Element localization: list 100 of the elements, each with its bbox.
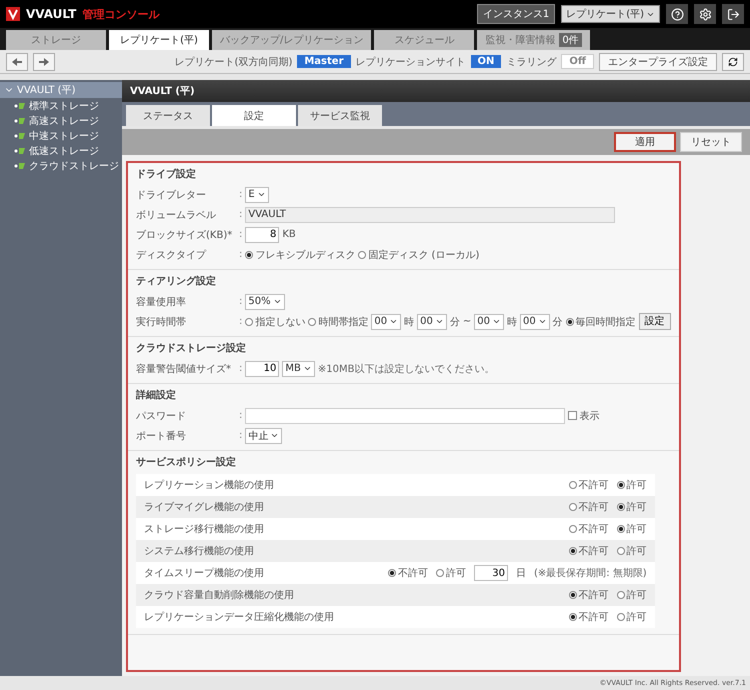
main-tab[interactable]: レプリケート(平) (109, 30, 209, 50)
radio-option[interactable]: 不許可 (568, 544, 609, 558)
select-field[interactable]: 中止 (245, 428, 282, 444)
password-field[interactable] (245, 408, 566, 424)
radio-option[interactable]: 不許可 (568, 588, 609, 602)
content-tab[interactable]: 設定 (212, 105, 296, 126)
radio-option[interactable]: 時間帯指定 (308, 314, 368, 328)
colon-mark: : (239, 249, 242, 260)
instance-label: インスタンス1 (476, 4, 556, 24)
colon-mark: : (239, 316, 242, 327)
unit-select[interactable]: MB (282, 360, 315, 376)
size-field[interactable]: 10 (245, 360, 280, 376)
caret-icon (492, 317, 501, 326)
content-tab[interactable]: サービス監視 (298, 105, 382, 126)
colon-mark: : (239, 296, 242, 307)
field-label: ボリュームラベル (136, 208, 217, 222)
radio-option[interactable]: 許可 (616, 500, 647, 514)
tree-item[interactable]: 低速ストレージ (0, 143, 122, 158)
storage-node-icon (14, 100, 26, 110)
policy-label: ストレージ移行機能の使用 (144, 522, 265, 536)
tree-item[interactable]: 高速ストレージ (0, 113, 122, 128)
section-title: クラウドストレージ設定 (136, 341, 247, 355)
section-title: ドライブ設定 (136, 167, 197, 181)
unit-label: 日 (516, 567, 526, 580)
colon-mark: : (239, 430, 242, 441)
field-label: ディスクタイプ (136, 248, 208, 262)
radio-option[interactable]: 不許可 (568, 610, 609, 624)
unit-label: 分 (450, 316, 460, 328)
radio-option[interactable]: 許可 (616, 544, 647, 558)
radio-option[interactable]: 固定ディスク (ローカル) (358, 248, 480, 262)
radio-option[interactable]: フレキシブルディスク (245, 248, 356, 262)
unit-label: 時 (506, 316, 517, 328)
select-field[interactable]: 50% (245, 294, 285, 310)
time-select[interactable]: 00 (474, 314, 504, 330)
colon-mark: : (239, 229, 242, 240)
time-select[interactable]: 00 (520, 314, 550, 330)
action-button[interactable]: リセット (680, 132, 742, 152)
back-button[interactable] (6, 52, 28, 70)
status-label: レプリケート(双方向同期) (174, 56, 292, 68)
time-select[interactable]: 00 (371, 314, 402, 330)
tree-item[interactable]: 標準ストレージ (0, 98, 122, 113)
field-label: 容量使用率 (136, 296, 187, 308)
main-tab[interactable]: 監視・障害情報 0件 (477, 30, 590, 50)
left-arrow-icon (11, 56, 23, 66)
count-badge: 0件 (559, 33, 582, 47)
days-field[interactable]: 30 (474, 565, 508, 581)
status-label: ミラリング (506, 56, 556, 68)
section-title: ティアリング設定 (136, 274, 217, 288)
settings-icon (698, 8, 712, 20)
show-checkbox[interactable]: 表示 (568, 408, 600, 422)
refresh-button[interactable] (722, 52, 744, 70)
logout-button[interactable] (722, 4, 744, 24)
radio-option[interactable]: 指定しない (245, 314, 306, 328)
time-select[interactable]: 00 (417, 314, 447, 330)
help-button[interactable] (666, 4, 688, 24)
unit-label: 時 (404, 316, 414, 328)
field-label: 容量警告閾値サイズ* (136, 362, 232, 376)
unit-label: KB (282, 229, 296, 240)
logo-icon (6, 7, 20, 21)
storage-node-icon (14, 146, 26, 156)
policy-label: レプリケーション機能の使用 (144, 478, 275, 492)
policy-label: レプリケーションデータ圧縮化機能の使用 (144, 610, 335, 624)
radio-option[interactable]: 許可 (616, 610, 647, 624)
note-text: (※最長保存期間: 無期限) (534, 566, 647, 580)
caret-icon (272, 297, 282, 306)
section-title: 詳細設定 (136, 388, 177, 402)
storage-node-icon (14, 130, 26, 140)
storage-node-icon (14, 116, 26, 126)
radio-option[interactable]: 不許可 (568, 522, 609, 536)
action-button[interactable]: 適用 (614, 132, 676, 152)
number-field[interactable]: 8 (245, 226, 280, 242)
field-label: ポート番号 (136, 430, 187, 442)
enterprise-settings-button[interactable]: エンタープライズ設定 (599, 52, 717, 70)
tree-item[interactable]: 中速ストレージ (0, 128, 122, 143)
tree-item[interactable]: クラウドストレージ (0, 158, 122, 173)
radio-option[interactable]: 不許可 (568, 478, 609, 492)
radio-option[interactable]: 許可 (436, 566, 466, 580)
status-value: Off (561, 54, 594, 69)
radio-option[interactable]: 許可 (616, 478, 647, 492)
set-button[interactable]: 設定 (638, 313, 671, 330)
radio-option[interactable]: 許可 (616, 588, 647, 602)
content-tab[interactable]: ステータス (126, 105, 210, 126)
radio-option[interactable]: 毎回時間指定 (566, 314, 636, 328)
caret-icon (389, 317, 398, 326)
radio-option[interactable]: 許可 (616, 522, 647, 536)
caret-icon (434, 317, 444, 326)
caret-icon (270, 431, 280, 440)
right-arrow-icon (38, 56, 50, 66)
colon-mark: : (239, 209, 242, 220)
range-separator: ~ (462, 316, 472, 327)
status-value: Master (297, 55, 351, 68)
select-field[interactable]: E (245, 186, 269, 202)
instance-select[interactable]: レプリケート(平) (561, 5, 660, 23)
unit-label: 分 (552, 316, 563, 328)
radio-option[interactable]: 不許可 (388, 566, 428, 580)
radio-option[interactable]: 不許可 (568, 500, 609, 514)
forward-button[interactable] (33, 52, 55, 70)
app-title: 管理コンソール (82, 6, 160, 22)
settings-button[interactable] (694, 4, 716, 24)
logout-icon (726, 8, 740, 20)
